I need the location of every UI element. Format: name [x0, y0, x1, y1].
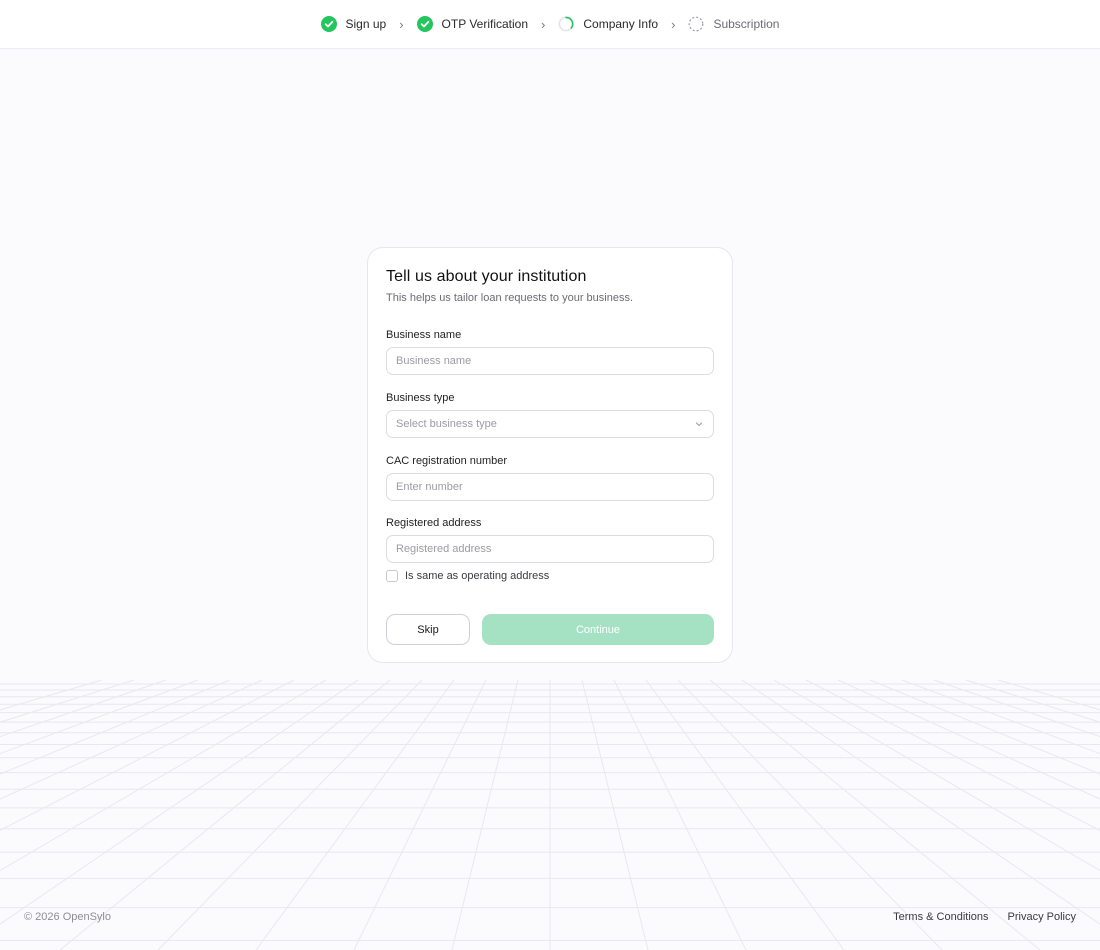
grid-line	[0, 680, 167, 738]
grid-line	[0, 680, 295, 831]
grid-line	[0, 680, 103, 711]
business-type-label: Business type	[386, 392, 455, 404]
business-name-label: Business name	[386, 329, 462, 341]
step-label: Company Info	[583, 17, 659, 31]
top-stepper-bar: Sign up › OTP Verification › Company Inf…	[0, 0, 1100, 49]
progress-stepper: Sign up › OTP Verification › Company Inf…	[320, 16, 779, 32]
grid-line	[0, 680, 135, 723]
form-title: Tell us about your institution	[386, 268, 587, 285]
grid-line	[677, 680, 943, 950]
business-type-select[interactable]: Select business type	[386, 410, 714, 438]
registered-address-label: Registered address	[386, 517, 482, 529]
grid-line	[581, 680, 649, 950]
perspective-grid-background	[0, 680, 1100, 950]
step-company-info: Company Info	[558, 16, 658, 32]
progress-ring-icon	[558, 16, 574, 32]
registered-address-group: Registered address	[386, 517, 714, 563]
chevron-right-icon: ›	[671, 16, 676, 32]
grid-line	[805, 680, 1100, 831]
grid-line	[997, 680, 1100, 711]
grid-line	[773, 680, 1100, 872]
grid-line	[0, 680, 327, 872]
check-circle-icon	[416, 16, 433, 32]
grid-line	[451, 680, 519, 950]
footer-links: Terms & Conditions Privacy Policy	[893, 911, 1076, 923]
cac-number-input[interactable]	[386, 473, 714, 501]
grid-line	[741, 680, 1100, 925]
same-address-checkbox[interactable]	[386, 570, 398, 582]
check-circle-icon	[320, 16, 337, 32]
business-name-input[interactable]	[386, 347, 714, 375]
business-type-group: Business type Select business type	[386, 392, 714, 438]
same-address-row[interactable]: Is same as operating address	[386, 570, 549, 582]
privacy-link[interactable]: Privacy Policy	[1008, 911, 1076, 923]
step-label: OTP Verification	[441, 17, 529, 31]
step-label: Sign up	[345, 17, 387, 31]
grid-line	[255, 680, 455, 950]
dashed-circle-icon	[689, 16, 704, 32]
chevron-right-icon: ›	[541, 16, 546, 32]
skip-button[interactable]: Skip	[386, 614, 470, 645]
grid-line	[965, 680, 1100, 723]
chevron-right-icon: ›	[399, 16, 404, 32]
grid-line	[709, 680, 1041, 950]
grid-line	[613, 680, 747, 950]
copyright-text: © 2026 OpenSylo	[24, 911, 111, 923]
chevron-down-icon	[695, 422, 703, 427]
business-name-group: Business name	[386, 329, 714, 375]
continue-button[interactable]: Continue	[482, 614, 714, 645]
grid-line	[0, 680, 359, 925]
step-sign-up: Sign up	[320, 16, 387, 32]
same-address-label[interactable]: Is same as operating address	[405, 570, 549, 582]
grid-line	[645, 680, 845, 950]
grid-line	[0, 680, 231, 775]
institution-form-card: Tell us about your institution This help…	[367, 247, 733, 663]
step-subscription: Subscription	[688, 16, 779, 32]
grid-line	[869, 680, 1100, 775]
registered-address-input[interactable]	[386, 535, 714, 563]
business-type-placeholder: Select business type	[396, 418, 497, 430]
grid-line	[157, 680, 423, 950]
grid-line	[59, 680, 391, 950]
step-label: Subscription	[713, 17, 780, 31]
cac-number-label: CAC registration number	[386, 455, 508, 467]
form-subtitle: This helps us tailor loan requests to yo…	[386, 292, 634, 304]
cac-number-group: CAC registration number	[386, 455, 714, 501]
terms-link[interactable]: Terms & Conditions	[893, 911, 988, 923]
grid-line	[353, 680, 487, 950]
grid-line	[933, 680, 1100, 738]
step-otp-verification: OTP Verification	[416, 16, 529, 32]
